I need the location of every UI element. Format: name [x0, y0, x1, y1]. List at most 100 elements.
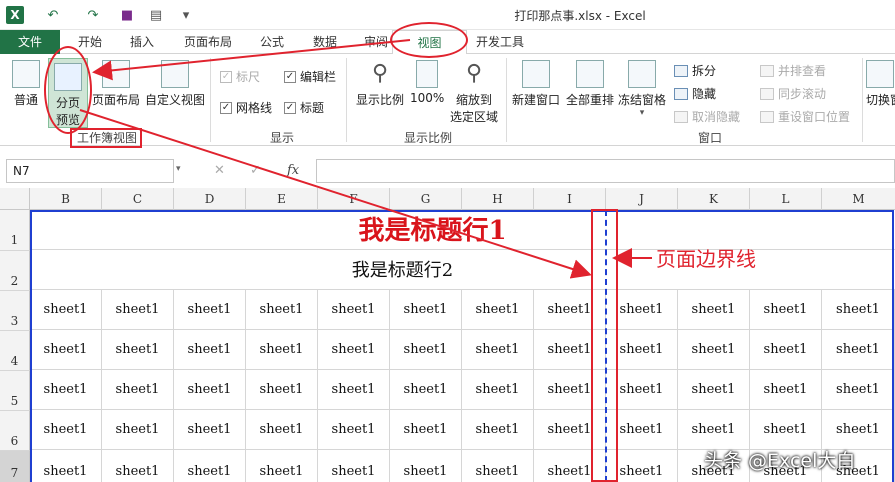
sheet-cell[interactable]: sheet1 — [462, 410, 534, 450]
unhide-button[interactable]: 取消隐藏 — [674, 108, 740, 125]
title-row-1-cell[interactable]: 我是标题行1 — [30, 210, 895, 250]
zoom-100-button[interactable]: 100% — [410, 60, 444, 105]
sheet-cell[interactable]: sheet1 — [462, 370, 534, 410]
column-header-i[interactable]: I — [534, 188, 606, 210]
tab-insert[interactable]: 插入 — [118, 30, 166, 54]
tab-file[interactable]: 文件 — [0, 30, 60, 54]
tab-formulas[interactable]: 公式 — [250, 30, 294, 54]
insert-function-icon[interactable]: fx — [287, 163, 299, 178]
column-header-c[interactable]: C — [102, 188, 174, 210]
column-header-h[interactable]: H — [462, 188, 534, 210]
sheet-cell[interactable]: sheet1 — [318, 410, 390, 450]
sheet-cell[interactable]: sheet1 — [246, 330, 318, 370]
custom-views-button[interactable]: 自定义视图 — [144, 60, 206, 108]
formula-bar-checkbox[interactable]: ✓ 编辑栏 — [284, 68, 336, 85]
sheet-cell[interactable]: sheet1 — [390, 330, 462, 370]
sheet-cell[interactable]: sheet1 — [462, 450, 534, 482]
row-header-3[interactable]: 3 — [0, 290, 30, 330]
sheet-cell[interactable]: sheet1 — [318, 290, 390, 330]
sheet-cell[interactable]: sheet1 — [174, 450, 246, 482]
freeze-panes-button[interactable]: 冻结窗格 ▾ — [616, 60, 668, 118]
title-row-2-cell[interactable]: 我是标题行2 — [30, 250, 895, 290]
print-preview-icon[interactable]: ▤ — [146, 6, 166, 24]
sheet-cell[interactable]: sheet1 — [102, 330, 174, 370]
sheet-cell[interactable]: sheet1 — [174, 330, 246, 370]
sheet-cell[interactable]: sheet1 — [462, 330, 534, 370]
name-box[interactable]: N7 — [6, 159, 174, 183]
sheet-cell[interactable]: sheet1 — [390, 290, 462, 330]
sheet-cell[interactable]: sheet1 — [822, 290, 895, 330]
gridlines-checkbox[interactable]: ✓ 网格线 — [220, 99, 272, 116]
arrange-all-button[interactable]: 全部重排 — [564, 60, 616, 108]
sheet-cell[interactable]: sheet1 — [246, 370, 318, 410]
sheet-cell[interactable]: sheet1 — [678, 290, 750, 330]
column-header-e[interactable]: E — [246, 188, 318, 210]
row-header-7[interactable]: 7 — [0, 450, 30, 482]
sheet-cell[interactable]: sheet1 — [102, 450, 174, 482]
formula-input[interactable] — [316, 159, 895, 183]
tab-developer[interactable]: 开发工具 — [470, 30, 530, 54]
sheet-cell[interactable]: sheet1 — [318, 330, 390, 370]
column-header-d[interactable]: D — [174, 188, 246, 210]
hide-button[interactable]: 隐藏 — [674, 85, 716, 102]
sheet-cell[interactable]: sheet1 — [246, 450, 318, 482]
sheet-cell[interactable]: sheet1 — [30, 450, 102, 482]
sync-scroll-button[interactable]: 同步滚动 — [760, 85, 826, 102]
sheet-cell[interactable]: sheet1 — [822, 330, 895, 370]
sheet-cell[interactable]: sheet1 — [678, 370, 750, 410]
sheet-cell[interactable]: sheet1 — [30, 410, 102, 450]
side-by-side-button[interactable]: 并排查看 — [760, 62, 826, 79]
customize-icon[interactable]: ▾ — [176, 6, 196, 24]
sheet-cell[interactable]: sheet1 — [318, 370, 390, 410]
sheet-cell[interactable]: sheet1 — [750, 330, 822, 370]
reset-window-position-button[interactable]: 重设窗口位置 — [760, 108, 850, 125]
sheet-cell[interactable]: sheet1 — [246, 290, 318, 330]
sheet-cell[interactable]: sheet1 — [462, 290, 534, 330]
column-header-f[interactable]: F — [318, 188, 390, 210]
column-header-j[interactable]: J — [606, 188, 678, 210]
sheet-cell[interactable]: sheet1 — [390, 370, 462, 410]
sheet-cell[interactable]: sheet1 — [102, 290, 174, 330]
headings-checkbox[interactable]: ✓ 标题 — [284, 99, 324, 116]
zoom-to-selection-button[interactable]: ⚲ 缩放到 选定区域 — [446, 60, 502, 125]
column-header-l[interactable]: L — [750, 188, 822, 210]
sheet-cell[interactable]: sheet1 — [102, 370, 174, 410]
select-all-corner[interactable] — [0, 188, 30, 210]
column-header-b[interactable]: B — [30, 188, 102, 210]
sheet-cell[interactable]: sheet1 — [678, 410, 750, 450]
enter-icon[interactable]: ✓ — [250, 163, 261, 178]
sheet-cell[interactable]: sheet1 — [318, 450, 390, 482]
split-button[interactable]: 拆分 — [674, 62, 716, 79]
sheet-cell[interactable]: sheet1 — [174, 290, 246, 330]
zoom-button[interactable]: ⚲ 显示比例 — [352, 60, 408, 108]
sheet-cell[interactable]: sheet1 — [30, 290, 102, 330]
sheet-cell[interactable]: sheet1 — [102, 410, 174, 450]
tab-page-layout[interactable]: 页面布局 — [172, 30, 244, 54]
switch-windows-button[interactable]: 切换窗 — [866, 60, 895, 108]
sheet-cell[interactable]: sheet1 — [750, 370, 822, 410]
redo-icon[interactable]: ↷ — [80, 6, 106, 24]
sheet-cell[interactable]: sheet1 — [822, 370, 895, 410]
new-window-button[interactable]: 新建窗口 — [510, 60, 562, 108]
sheet-cell[interactable]: sheet1 — [246, 410, 318, 450]
normal-view-button[interactable]: 普通 — [6, 60, 46, 108]
sheet-cell[interactable]: sheet1 — [30, 370, 102, 410]
row-header-2[interactable]: 2 — [0, 250, 30, 290]
page-layout-view-button[interactable]: 页面布局 — [90, 60, 142, 108]
sheet-cell[interactable]: sheet1 — [750, 290, 822, 330]
sheet-cell[interactable]: sheet1 — [822, 410, 895, 450]
sheet-cell[interactable]: sheet1 — [390, 450, 462, 482]
cancel-icon[interactable]: ✕ — [214, 163, 225, 178]
row-header-5[interactable]: 5 — [0, 370, 30, 410]
sheet-cell[interactable]: sheet1 — [750, 410, 822, 450]
undo-icon[interactable]: ↶ — [40, 6, 66, 24]
sheet-cell[interactable]: sheet1 — [678, 330, 750, 370]
row-header-1[interactable]: 1 — [0, 210, 30, 250]
save-icon[interactable]: ■ — [118, 6, 136, 24]
column-header-k[interactable]: K — [678, 188, 750, 210]
column-header-g[interactable]: G — [390, 188, 462, 210]
row-header-4[interactable]: 4 — [0, 330, 30, 370]
tab-data[interactable]: 数据 — [302, 30, 348, 54]
sheet-cell[interactable]: sheet1 — [390, 410, 462, 450]
ruler-checkbox[interactable]: ✓ 标尺 — [220, 68, 260, 85]
